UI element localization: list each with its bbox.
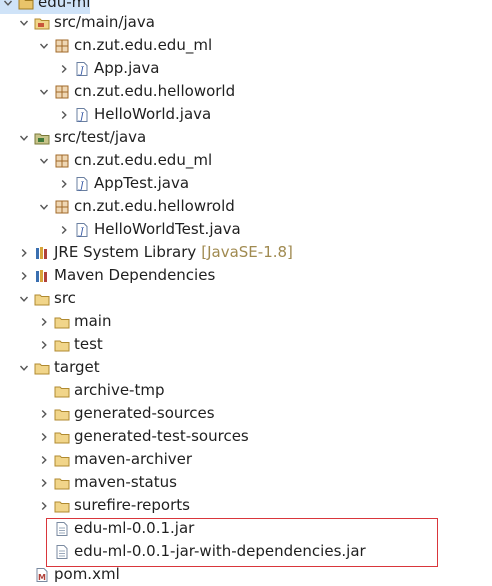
chevron-right-icon[interactable] (36, 333, 52, 356)
package-icon (54, 153, 70, 169)
tree-item-archive-tmp[interactable]: archive-tmp (36, 379, 164, 402)
chevron-right-icon[interactable] (56, 103, 72, 126)
tree-item-helloworld-java[interactable]: J HelloWorld.java (56, 103, 211, 126)
tree-item-label: main (74, 312, 112, 330)
chevron-down-icon[interactable] (16, 287, 32, 310)
java-file-icon: J (74, 107, 90, 123)
project-explorer-tree: edu-ml src/main/java cn.zut.edu.edu_ml J… (0, 0, 492, 586)
chevron-down-icon[interactable] (16, 356, 32, 379)
chevron-down-icon[interactable] (16, 11, 32, 34)
chevron-down-icon[interactable] (36, 149, 52, 172)
tree-item-main[interactable]: main (36, 310, 111, 333)
tree-item-label: maven-status (74, 473, 177, 491)
tree-item-target[interactable]: target (16, 356, 100, 379)
source-folder-icon (34, 15, 50, 31)
folder-icon (54, 452, 70, 468)
highlight-box (46, 518, 438, 567)
twistie-spacer (16, 563, 32, 586)
tree-item-decoration: [JavaSE-1.8] (201, 243, 293, 261)
folder-icon (54, 475, 70, 491)
tree-item-maven-status[interactable]: maven-status (36, 471, 177, 494)
tree-item-src[interactable]: src (16, 287, 76, 310)
tree-item-package-main[interactable]: cn.zut.edu.edu_ml (36, 34, 212, 57)
xml-file-icon: M (34, 567, 50, 583)
tree-item-label: cn.zut.edu.helloworld (74, 82, 236, 100)
tree-item-label: maven-archiver (74, 450, 193, 468)
java-file-icon: J (74, 61, 90, 77)
library-icon (34, 245, 50, 261)
chevron-right-icon[interactable] (36, 310, 52, 333)
tree-item-maven-archiver[interactable]: maven-archiver (36, 448, 192, 471)
tree-item-label: HelloWorld.java (94, 105, 212, 123)
tree-item-app-java[interactable]: J App.java (56, 57, 160, 80)
java-file-icon: J (74, 176, 90, 192)
tree-item-package-helloworld[interactable]: cn.zut.edu.helloworld (36, 80, 235, 103)
tree-item-label: surefire-reports (74, 496, 190, 514)
tree-item-label: Maven Dependencies (54, 266, 216, 284)
tree-item-label: cn.zut.edu.edu_ml (74, 151, 213, 169)
tree-item-apptest-java[interactable]: J AppTest.java (56, 172, 189, 195)
tree-item-label: generated-sources (74, 404, 215, 422)
twistie-spacer (36, 379, 52, 402)
tree-item-label: src (54, 289, 76, 307)
chevron-right-icon[interactable] (56, 218, 72, 241)
tree-item-label: JRE System Library (54, 243, 197, 261)
chevron-right-icon[interactable] (36, 425, 52, 448)
chevron-right-icon[interactable] (36, 471, 52, 494)
chevron-down-icon[interactable] (36, 195, 52, 218)
tree-item-maven-dependencies[interactable]: Maven Dependencies (16, 264, 215, 287)
tree-item-package-hellowrold[interactable]: cn.zut.edu.hellowrold (36, 195, 235, 218)
tree-item-label: src/test/java (54, 128, 147, 146)
tree-item-label: App.java (94, 59, 160, 77)
tree-item-label: src/main/java (54, 13, 155, 31)
chevron-down-icon[interactable] (0, 0, 16, 14)
tree-item-label: generated-test-sources (74, 427, 249, 445)
tree-item-label: AppTest.java (94, 174, 190, 192)
package-icon (54, 38, 70, 54)
project-icon (18, 0, 34, 11)
tree-item-label: cn.zut.edu.edu_ml (74, 36, 213, 54)
tree-item-generated-sources[interactable]: generated-sources (36, 402, 215, 425)
folder-icon (54, 429, 70, 445)
chevron-right-icon[interactable] (56, 172, 72, 195)
source-folder-icon (34, 130, 50, 146)
tree-item-jre-library[interactable]: JRE System Library [JavaSE-1.8] (16, 241, 293, 264)
folder-icon (54, 498, 70, 514)
tree-item-surefire-reports[interactable]: surefire-reports (36, 494, 190, 517)
tree-item-test[interactable]: test (36, 333, 103, 356)
tree-item-label: HelloWorldTest.java (94, 220, 241, 238)
package-icon (54, 84, 70, 100)
chevron-right-icon[interactable] (36, 402, 52, 425)
tree-item-label: test (74, 335, 103, 353)
tree-item-label: target (54, 358, 100, 376)
chevron-right-icon[interactable] (56, 57, 72, 80)
chevron-down-icon[interactable] (36, 80, 52, 103)
tree-item-generated-test-sources[interactable]: generated-test-sources (36, 425, 249, 448)
chevron-right-icon[interactable] (16, 241, 32, 264)
tree-item-helloworldtest-java[interactable]: J HelloWorldTest.java (56, 218, 241, 241)
folder-icon (34, 360, 50, 376)
tree-item-label: archive-tmp (74, 381, 165, 399)
tree-item-label: cn.zut.edu.hellowrold (74, 197, 235, 215)
folder-icon (54, 383, 70, 399)
folder-icon (54, 337, 70, 353)
chevron-right-icon[interactable] (36, 494, 52, 517)
folder-icon (54, 314, 70, 330)
tree-item-package-test[interactable]: cn.zut.edu.edu_ml (36, 149, 212, 172)
folder-icon (54, 406, 70, 422)
tree-item-src-main-java[interactable]: src/main/java (16, 11, 155, 34)
chevron-right-icon[interactable] (36, 448, 52, 471)
chevron-down-icon[interactable] (36, 34, 52, 57)
java-file-icon: J (74, 222, 90, 238)
tree-item-src-test-java[interactable]: src/test/java (16, 126, 146, 149)
package-icon (54, 199, 70, 215)
chevron-right-icon[interactable] (16, 264, 32, 287)
library-icon (34, 268, 50, 284)
folder-icon (34, 291, 50, 307)
svg-text:M: M (38, 573, 46, 582)
chevron-down-icon[interactable] (16, 126, 32, 149)
